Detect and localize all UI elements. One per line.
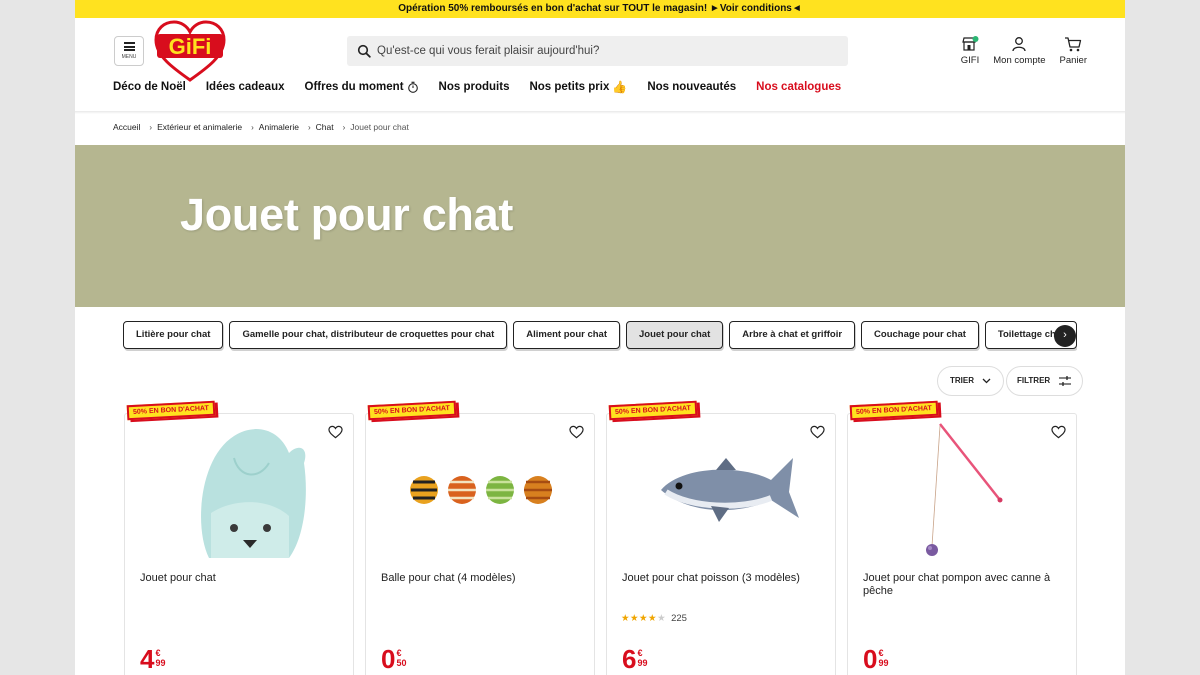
thumbs-up-icon: 👍 [612,80,628,94]
chevron-right-icon: › [1063,329,1067,341]
sort-button[interactable]: TRIER [937,366,1004,396]
logo-text: GiFi [169,34,212,59]
header: MENU GiFi GIFI [75,18,1125,82]
price-decimal: 50 [396,658,407,668]
store-link[interactable]: GIFI [961,36,979,66]
header-actions: GIFI Mon compte Panier [961,36,1087,66]
product-name[interactable]: Balle pour chat (4 modèles) [381,572,581,585]
hamburger-icon [123,42,135,51]
cart-link[interactable]: Panier [1060,36,1087,66]
price-decimal: 99 [155,658,166,668]
chip-gamelle[interactable]: Gamelle pour chat, distributeur de croqu… [229,321,508,349]
nav-item-produits[interactable]: Nos produits [439,80,510,94]
price-currency: € [155,648,161,658]
chip-litiere[interactable]: Litière pour chat [123,321,224,349]
product-name[interactable]: Jouet pour chat pompon avec canne à pêch… [863,572,1063,598]
star-rating-icon: ★★★★★ [621,613,667,624]
nav-label: Nos catalogues [756,81,842,93]
nav-item-idees-cadeaux[interactable]: Idées cadeaux [206,80,285,94]
breadcrumb-exterieur[interactable]: Extérieur et animalerie [157,122,242,132]
account-label: Mon compte [993,55,1046,66]
price-decimal: 99 [637,658,648,668]
chevron-right-icon: › [307,122,311,132]
breadcrumb-animalerie[interactable]: Animalerie [259,122,299,132]
product-rating[interactable]: ★★★★★ 225 [621,613,687,624]
main-nav: Déco de Noël Idées cadeaux Offres du mom… [113,74,842,94]
nav-divider [75,111,1125,114]
store-icon [962,36,979,51]
chip-aliment[interactable]: Aliment pour chat [513,321,620,349]
search-input[interactable] [377,36,837,66]
breadcrumb-home[interactable]: Accueil [113,122,140,132]
gifi-logo[interactable]: GiFi [153,20,227,84]
product-price: 0 €50 [381,646,406,672]
product-price: 0 €99 [863,646,888,672]
chip-jouet[interactable]: Jouet pour chat [626,321,724,349]
chip-arbre[interactable]: Arbre à chat et griffoir [729,321,856,349]
price-integer: 6 [622,644,637,674]
sort-label: TRIER [950,376,974,385]
page-title: Jouet pour chat [180,189,514,240]
chevron-right-icon: › [149,122,153,132]
account-link[interactable]: Mon compte [993,36,1046,66]
search-icon[interactable] [357,44,371,58]
nav-item-nouveautes[interactable]: Nos nouveautés [647,80,736,94]
nav-item-catalogues[interactable]: Nos catalogues [756,74,842,94]
product-card[interactable]: 50% EN BON D'ACHAT Jouet pour chat 4 €99 [124,400,354,675]
nav-label: Déco de Noël [113,81,186,93]
review-count: 225 [671,613,687,624]
nav-label: Idées cadeaux [205,81,285,93]
chevron-down-icon [982,378,991,384]
breadcrumb: Accueil › Extérieur et animalerie › Anim… [113,122,409,132]
promo-bar[interactable]: Opération 50% remboursés en bon d'achat … [75,0,1125,18]
sliders-icon [1059,376,1072,386]
stopwatch-icon [407,81,418,93]
price-integer: 0 [381,644,396,674]
nav-item-deco-noel[interactable]: Déco de Noël [113,80,186,94]
breadcrumb-current: Jouet pour chat [350,122,409,132]
price-currency: € [396,648,402,658]
user-icon [1012,37,1027,52]
product-card[interactable]: 50% EN BON D'ACHAT Jouet pour chat poiss… [606,400,836,675]
filter-button[interactable]: FILTRER [1006,366,1084,396]
price-currency: € [637,648,643,658]
product-image [661,458,799,522]
chip-couchage[interactable]: Couchage pour chat [861,321,979,349]
menu-button[interactable]: MENU [114,36,144,66]
product-image [410,476,552,504]
nav-label: Nos nouveautés [647,81,737,93]
product-price: 4 €99 [140,646,165,672]
price-integer: 0 [863,644,878,674]
price-integer: 4 [140,644,155,674]
promo-text[interactable]: Opération 50% remboursés en bon d'achat … [398,3,802,14]
product-name[interactable]: Jouet pour chat [140,572,340,585]
breadcrumb-chat[interactable]: Chat [316,122,334,132]
search-bar[interactable] [347,36,848,66]
product-card[interactable]: 50% EN BON D'ACHAT Balle pour chat (4 mo… [365,400,595,675]
menu-label: MENU [121,54,137,60]
product-card[interactable]: 50% EN BON D'ACHAT Jouet pour chat pompo… [847,400,1077,675]
nav-label: Nos produits [438,81,510,93]
price-decimal: 99 [878,658,889,668]
nav-item-offres[interactable]: Offres du moment [305,80,419,94]
chips-next-button[interactable]: › [1054,325,1076,347]
product-name[interactable]: Jouet pour chat poisson (3 modèles) [622,572,822,585]
nav-item-petits-prix[interactable]: Nos petits prix 👍 [529,80,627,94]
subcategory-chips: Litière pour chat Gamelle pour chat, dis… [123,321,1077,351]
chevron-right-icon: › [342,122,346,132]
chevron-right-icon: › [251,122,254,132]
category-banner: Jouet pour chat [75,145,1125,307]
store-label: GIFI [960,55,980,66]
product-price: 6 €99 [622,646,647,672]
product-image [926,423,1003,556]
product-image [201,429,306,558]
filter-label: FILTRER [1017,376,1051,385]
product-grid: 50% EN BON D'ACHAT Jouet pour chat 4 €99… [124,400,1077,675]
page: Opération 50% remboursés en bon d'achat … [75,0,1125,675]
cart-icon [1065,37,1082,52]
nav-label: Nos petits prix [529,81,610,93]
nav-label: Offres du moment [304,81,404,93]
cart-label: Panier [1059,55,1087,66]
price-currency: € [878,648,884,658]
